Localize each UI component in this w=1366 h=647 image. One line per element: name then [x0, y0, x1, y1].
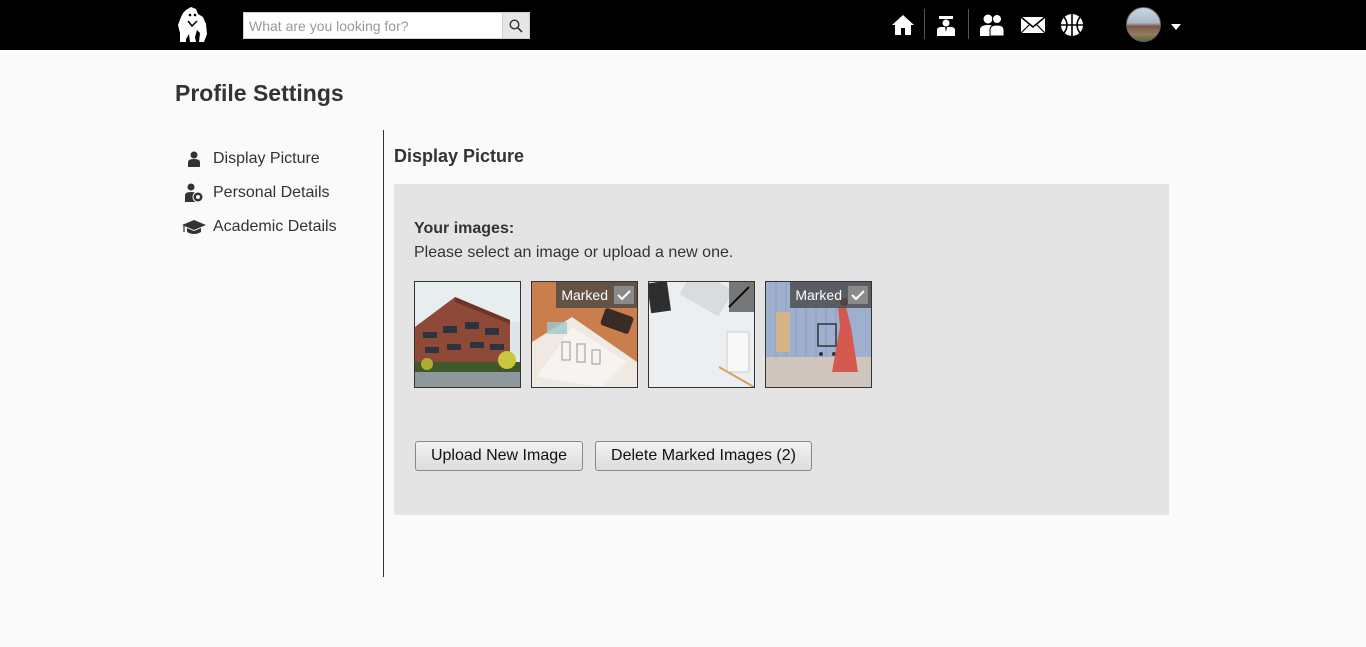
- home-icon[interactable]: [889, 11, 917, 39]
- settings-sidebar: Display Picture Personal Details Academi…: [175, 142, 380, 244]
- sidebar-item-label: Display Picture: [213, 150, 320, 167]
- people-icon[interactable]: [978, 11, 1006, 39]
- search-input[interactable]: [244, 13, 503, 38]
- user-avatar[interactable]: [1126, 7, 1161, 42]
- image-thumbnail[interactable]: [648, 281, 755, 388]
- images-heading: Your images:: [414, 220, 515, 237]
- sidebar-item-label: Academic Details: [213, 218, 337, 235]
- marked-label: Marked: [795, 287, 842, 303]
- top-navbar: [0, 0, 1366, 50]
- sidebar-item-label: Personal Details: [213, 184, 330, 201]
- image-thumbnail[interactable]: Marked: [531, 281, 638, 388]
- image-thumbnail[interactable]: Marked: [765, 281, 872, 388]
- basketball-icon[interactable]: [1058, 11, 1086, 39]
- checkbox-checked-icon[interactable]: [848, 286, 868, 304]
- marked-label: Marked: [561, 287, 608, 303]
- sidebar-item-academic-details[interactable]: Academic Details: [175, 210, 380, 244]
- checkbox-checked-icon[interactable]: [614, 286, 634, 304]
- gorilla-logo[interactable]: [176, 6, 210, 44]
- search-button[interactable]: [502, 13, 529, 38]
- nav-divider: [924, 9, 925, 39]
- person-gear-icon: [175, 183, 213, 203]
- chevron-down-icon[interactable]: [1171, 24, 1181, 30]
- delete-marked-images-button[interactable]: Delete Marked Images (2): [595, 441, 812, 471]
- image-thumbnail[interactable]: [414, 281, 521, 388]
- sidebar-item-personal-details[interactable]: Personal Details: [175, 176, 380, 210]
- vertical-divider: [383, 130, 384, 577]
- upload-image-button[interactable]: Upload New Image: [415, 441, 583, 471]
- search-box: [243, 12, 530, 39]
- page-title: Profile Settings: [175, 80, 344, 106]
- teacher-icon[interactable]: [932, 11, 960, 39]
- display-picture-panel: Your images: Please select an image or u…: [394, 184, 1169, 515]
- marked-badge: Marked: [556, 282, 637, 308]
- graduation-cap-icon: [175, 219, 213, 235]
- sidebar-item-display-picture[interactable]: Display Picture: [175, 142, 380, 176]
- nav-divider: [968, 9, 969, 39]
- person-icon: [175, 151, 213, 167]
- images-hint: Please select an image or upload a new o…: [414, 244, 734, 261]
- marked-badge: Marked: [790, 282, 871, 308]
- section-title: Display Picture: [394, 146, 525, 166]
- mail-icon[interactable]: [1019, 11, 1047, 39]
- search-icon: [509, 18, 523, 33]
